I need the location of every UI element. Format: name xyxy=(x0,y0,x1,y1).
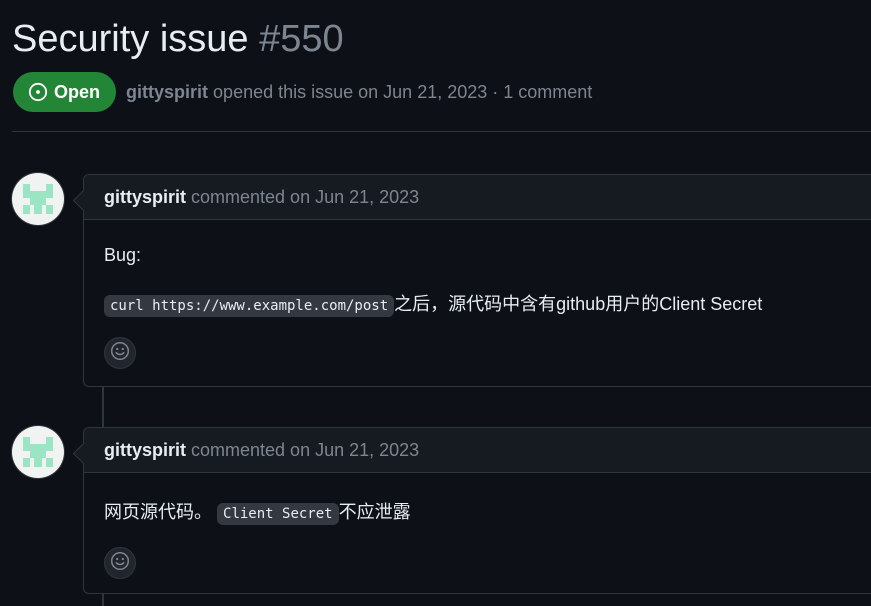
comment-date[interactable]: commented on Jun 21, 2023 xyxy=(191,187,419,208)
avatar[interactable] xyxy=(12,426,64,478)
inline-code: curl https://www.example.com/post xyxy=(104,295,395,317)
add-reaction-button[interactable] xyxy=(104,547,136,579)
issue-meta-details: opened this issue on Jun 21, 2023 · 1 co… xyxy=(213,81,593,102)
comment-header: gittyspirit commented on Jun 21, 2023 xyxy=(84,428,871,473)
comment-author-link[interactable]: gittyspirit xyxy=(104,440,186,461)
issue-opened-icon xyxy=(28,82,48,102)
avatar[interactable] xyxy=(12,173,64,225)
issue-title: Security issue #550 xyxy=(12,14,344,64)
comment-text: 不应泄露 xyxy=(338,502,411,522)
header-divider xyxy=(12,131,871,132)
issue-author-link[interactable]: gittyspirit xyxy=(126,82,208,102)
comment: gittyspirit commented on Jun 21, 2023 Bu… xyxy=(83,174,871,387)
inline-code: Client Secret xyxy=(217,503,339,525)
comment-author-link[interactable]: gittyspirit xyxy=(104,187,186,208)
comment-body: 网页源代码。 Client Secret 不应泄露 xyxy=(84,498,871,579)
comment-date[interactable]: commented on Jun 21, 2023 xyxy=(191,440,419,461)
timeline-line xyxy=(102,386,104,428)
issue-meta: Open gittyspirit opened this issue on Ju… xyxy=(13,72,592,112)
state-badge: Open xyxy=(13,72,117,112)
comment-text-line: 网页源代码。 Client Secret 不应泄露 xyxy=(104,498,862,525)
comment-text: 网页源代码。 xyxy=(104,502,212,522)
comment: gittyspirit commented on Jun 21, 2023 网页… xyxy=(83,427,871,594)
state-label: Open xyxy=(54,81,101,102)
issue-number: #550 xyxy=(259,18,344,60)
issue-meta-text: gittyspirit opened this issue on Jun 21,… xyxy=(126,82,592,103)
comment-body: Bug: curl https://www.example.com/post 之后… xyxy=(84,245,871,369)
comment-header: gittyspirit commented on Jun 21, 2023 xyxy=(84,175,871,220)
add-reaction-button[interactable] xyxy=(104,337,136,369)
comment-text-line: curl https://www.example.com/post 之后，源代码中… xyxy=(104,290,862,317)
issue-title-text: Security issue xyxy=(12,18,249,60)
timeline-line xyxy=(102,594,104,606)
smiley-icon xyxy=(110,341,130,366)
comment-text: 之后，源代码中含有github用户的Client Secret xyxy=(394,294,763,314)
smiley-icon xyxy=(110,551,130,576)
comment-text-line: Bug: xyxy=(104,245,142,265)
issue-page: Security issue #550 Open gittyspirit ope… xyxy=(0,0,871,606)
